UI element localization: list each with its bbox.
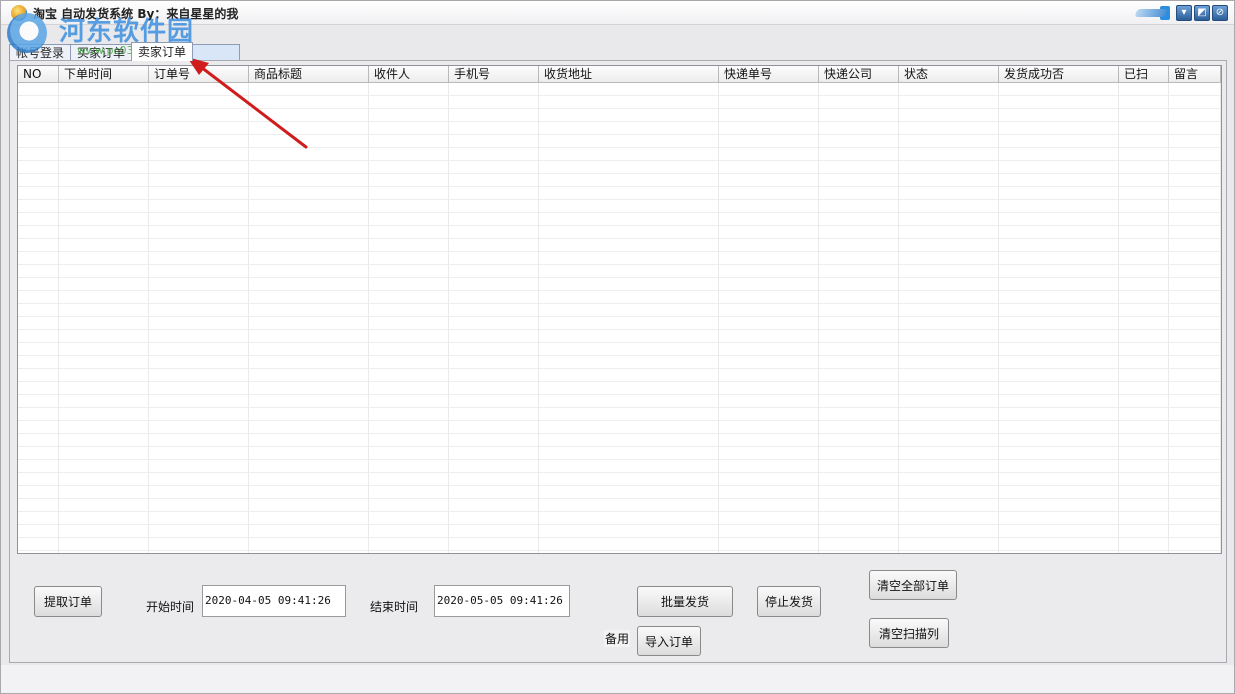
skin-icon[interactable] [1126, 5, 1170, 21]
tab-buyer-orders[interactable]: 买家订单 [70, 44, 133, 61]
app-icon [11, 5, 27, 21]
close-icon[interactable]: ⊘ [1212, 5, 1228, 21]
tab-account-login[interactable]: 帐号登录 [9, 44, 72, 61]
window-controls: ▾ ◩ ⊘ [1126, 5, 1228, 21]
end-time-input[interactable]: 2020-05-05 09:41:26 [434, 585, 570, 617]
end-time-label: 结束时间 [370, 600, 419, 614]
import-orders-button[interactable]: 导入订单 [637, 626, 701, 656]
batch-ship-button[interactable]: 批量发货 [637, 586, 733, 617]
column-header-message[interactable]: 留言 [1169, 66, 1221, 82]
clear-all-orders-button[interactable]: 清空全部订单 [869, 570, 957, 600]
column-header-courier[interactable]: 快递公司 [819, 66, 899, 82]
tab-strip: 帐号登录 买家订单 卖家订单 [9, 42, 241, 61]
column-header-order-id[interactable]: 订单号 [149, 66, 249, 82]
column-header-scanned[interactable]: 已扫 [1119, 66, 1169, 82]
minimize-icon[interactable]: ▾ [1176, 5, 1192, 21]
column-header-shipped-ok[interactable]: 发货成功否 [999, 66, 1119, 82]
tab-seller-orders[interactable]: 卖家订单 [131, 42, 194, 61]
app-window: 淘宝 自动发货系统 By：来自星星的我 ▾ ◩ ⊘ 帐号登录 买家订单 卖家订单… [0, 0, 1235, 694]
fetch-orders-button[interactable]: 提取订单 [34, 586, 102, 617]
column-header-order-time[interactable]: 下单时间 [59, 66, 149, 82]
column-header-status[interactable]: 状态 [899, 66, 999, 82]
column-header-address[interactable]: 收货地址 [539, 66, 719, 82]
start-time-label: 开始时间 [146, 600, 195, 614]
column-header-no[interactable]: NO [18, 66, 59, 82]
start-time-input[interactable]: 2020-04-05 09:41:26 [202, 585, 346, 617]
title-bar: 淘宝 自动发货系统 By：来自星星的我 ▾ ◩ ⊘ [1, 1, 1234, 25]
column-header-phone[interactable]: 手机号 [449, 66, 539, 82]
tab-empty [192, 44, 241, 61]
maximize-icon[interactable]: ◩ [1194, 5, 1210, 21]
column-header-product-title[interactable]: 商品标题 [249, 66, 369, 82]
stop-ship-button[interactable]: 停止发货 [757, 586, 821, 617]
column-header-recipient[interactable]: 收件人 [369, 66, 449, 82]
status-bar [1, 665, 1234, 693]
column-header-tracking-no[interactable]: 快递单号 [719, 66, 819, 82]
seller-orders-panel: NO 下单时间 订单号 商品标题 收件人 手机号 收货地址 快递单号 快递公司 … [9, 60, 1227, 663]
backup-label: 备用 [604, 630, 631, 647]
table-header: NO 下单时间 订单号 商品标题 收件人 手机号 收货地址 快递单号 快递公司 … [18, 66, 1221, 83]
table-body[interactable] [18, 83, 1221, 553]
orders-table[interactable]: NO 下单时间 订单号 商品标题 收件人 手机号 收货地址 快递单号 快递公司 … [17, 65, 1222, 554]
clear-scan-column-button[interactable]: 清空扫描列 [869, 618, 949, 648]
window-title: 淘宝 自动发货系统 By：来自星星的我 [33, 7, 239, 21]
